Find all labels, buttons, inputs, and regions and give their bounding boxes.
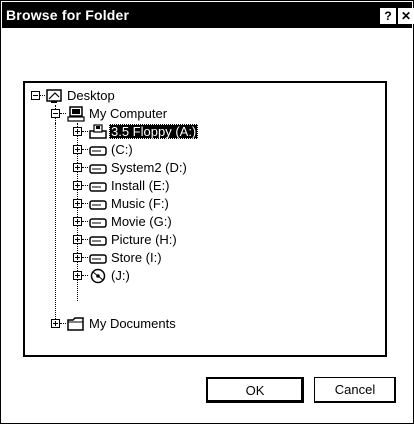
hard-drive-icon xyxy=(89,146,107,156)
tree-connector xyxy=(82,203,88,204)
tree-item-label: Picture (H:) xyxy=(111,232,177,247)
tree-connector xyxy=(82,131,88,132)
cancel-button[interactable]: Cancel xyxy=(314,377,396,403)
expand-toggle[interactable] xyxy=(73,163,82,172)
tree-connector xyxy=(82,149,88,150)
tree-connector xyxy=(82,275,88,276)
expand-toggle[interactable] xyxy=(73,217,82,226)
tree-item-label: Desktop xyxy=(67,88,115,103)
tree-item-label: Movie (G:) xyxy=(111,214,172,229)
tree-item-label: Store (I:) xyxy=(111,250,162,265)
folder-tree[interactable]: Desktop My Computer 3.5 Floppy (A:) (C:)… xyxy=(23,81,387,357)
tree-connector xyxy=(82,239,88,240)
cd-drive-icon xyxy=(90,268,106,284)
expand-toggle[interactable] xyxy=(73,253,82,262)
tree-connector xyxy=(82,185,88,186)
tree-item-label: My Computer xyxy=(89,106,168,121)
hard-drive-icon xyxy=(89,236,107,246)
expand-toggle[interactable] xyxy=(73,127,82,136)
close-button[interactable]: ✕ xyxy=(398,8,414,24)
tree-item-label: My Documents xyxy=(89,316,176,331)
tree-connector xyxy=(82,257,88,258)
expand-toggle[interactable] xyxy=(73,145,82,154)
expand-toggle[interactable] xyxy=(73,271,82,280)
tree-item-label: 3.5 Floppy (A:) xyxy=(109,124,199,139)
expand-toggle[interactable] xyxy=(73,199,82,208)
expand-toggle[interactable] xyxy=(73,181,82,190)
dialog-title: Browse for Folder xyxy=(6,7,130,23)
tree-item-label: Install (E:) xyxy=(111,178,170,193)
hard-drive-icon xyxy=(89,200,107,210)
collapse-toggle[interactable] xyxy=(31,91,40,100)
tree-item-label: System2 (D:) xyxy=(111,160,187,175)
tree-item-label: (C:) xyxy=(111,142,133,157)
tree-connector xyxy=(82,221,88,222)
ok-button[interactable]: OK xyxy=(206,377,304,403)
tree-connector xyxy=(82,167,88,168)
floppy-drive-icon xyxy=(89,124,107,139)
tree-item-label: (J:) xyxy=(111,268,130,283)
help-button[interactable]: ? xyxy=(380,8,396,24)
tree-item-label: Music (F:) xyxy=(111,196,169,211)
tree-connector xyxy=(55,123,56,323)
hard-drive-icon xyxy=(89,218,107,228)
tree-connector xyxy=(60,113,66,114)
browse-for-folder-dialog: Browse for Folder ? ✕ Desktop My Compute… xyxy=(0,0,414,424)
expand-toggle[interactable] xyxy=(51,319,60,328)
computer-icon xyxy=(67,106,85,122)
folder-icon xyxy=(67,317,84,331)
collapse-toggle[interactable] xyxy=(51,109,60,118)
hard-drive-icon xyxy=(89,182,107,192)
expand-toggle[interactable] xyxy=(73,235,82,244)
desktop-icon xyxy=(46,89,62,103)
title-bar[interactable]: Browse for Folder ? ✕ xyxy=(2,2,414,28)
hard-drive-icon xyxy=(89,164,107,174)
tree-connector xyxy=(60,323,66,324)
hard-drive-icon xyxy=(89,254,107,264)
